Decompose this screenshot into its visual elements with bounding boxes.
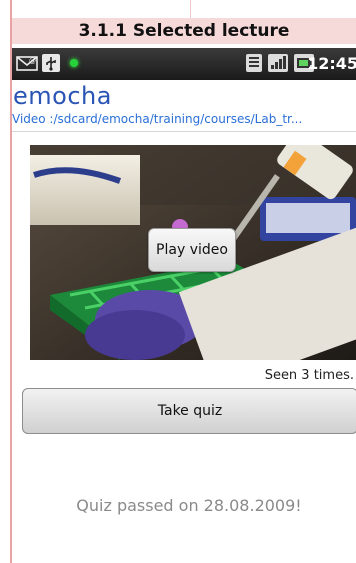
quiz-status-text: Quiz passed on 28.08.2009! [76, 496, 302, 515]
video-path: Video :/sdcard/emocha/training/courses/L… [12, 112, 303, 126]
usb-icon [42, 54, 60, 72]
caption-bar: 3.1.1 Selected lecture [12, 18, 356, 44]
mail-icon: @ [16, 56, 38, 71]
notification-led-icon [70, 59, 78, 67]
take-quiz-button[interactable]: Take quiz [22, 388, 356, 434]
signal-icon [268, 54, 288, 72]
status-time: 12:45 [307, 54, 356, 73]
header-divider [12, 131, 356, 132]
wifi-icon [246, 54, 262, 72]
play-video-button[interactable]: Play video [148, 228, 236, 272]
figure-caption: 3.1.1 Selected lecture [78, 21, 290, 41]
app-title: emocha [13, 82, 112, 110]
status-bar: @ 12:45 [12, 48, 356, 80]
page-margin-rule [10, 0, 12, 563]
caption-tick [190, 0, 191, 18]
view-count-text: Seen 3 times. [264, 368, 354, 383]
screen: 3.1.1 Selected lecture @ 12:45 emocha Vi… [0, 0, 356, 563]
svg-text:@: @ [29, 57, 36, 65]
